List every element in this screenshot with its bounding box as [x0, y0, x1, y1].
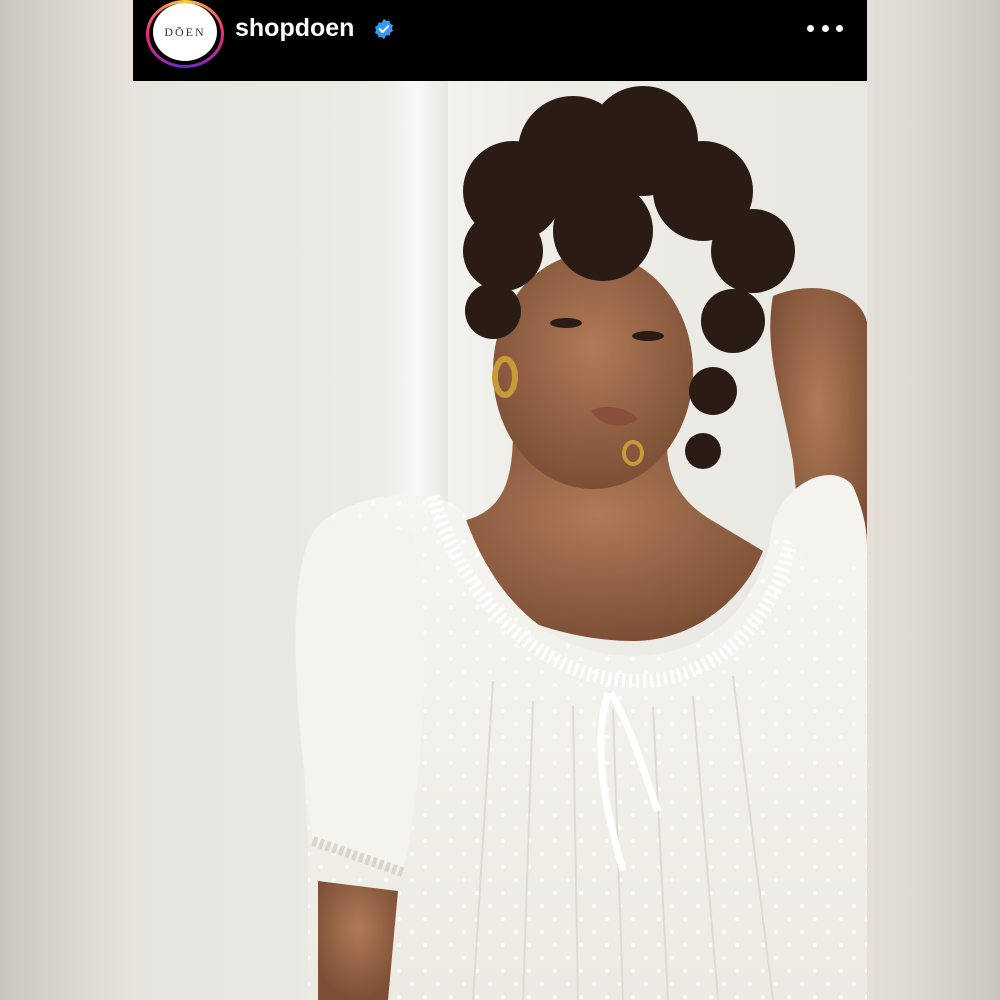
avatar[interactable]: DŌEN — [153, 3, 217, 61]
model-illustration — [295, 86, 867, 1000]
verified-badge-icon — [374, 18, 394, 40]
more-options-icon[interactable] — [807, 16, 843, 40]
instagram-post: DŌEN shopdoen — [133, 0, 867, 1000]
post-header: DŌEN shopdoen — [133, 0, 867, 81]
post-photo[interactable] — [133, 81, 867, 1000]
account-username[interactable]: shopdoen — [235, 14, 354, 43]
avatar-logo-text: DŌEN — [164, 24, 206, 39]
